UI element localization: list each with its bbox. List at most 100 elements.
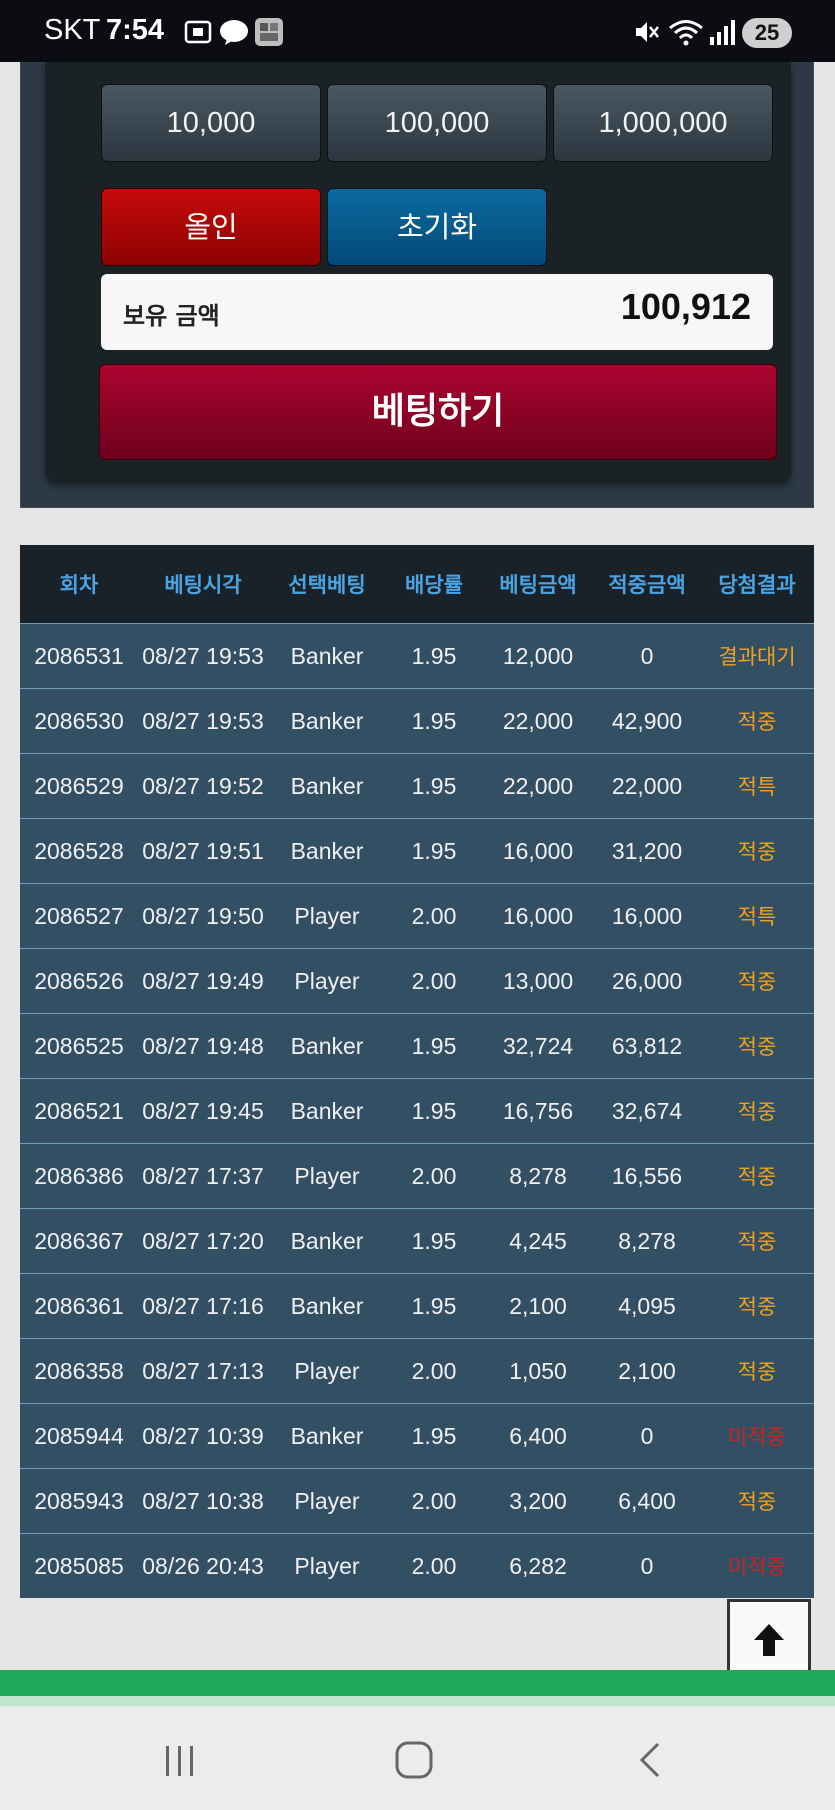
cell-pick: Player: [268, 1468, 386, 1534]
cell-pick: Player: [268, 948, 386, 1014]
cell-pick: Banker: [268, 1078, 386, 1144]
cell-odds: 1.95: [386, 1273, 482, 1339]
cell-odds: 2.00: [386, 1533, 482, 1598]
cell-bet-amount: 8,278: [482, 1143, 594, 1209]
cell-win-amount: 16,556: [594, 1143, 700, 1209]
cell-win-amount: 22,000: [594, 753, 700, 819]
cell-win-amount: 26,000: [594, 948, 700, 1014]
cell-result: 적중: [700, 688, 814, 754]
cell-round: 2086367: [20, 1208, 138, 1274]
table-row: 2085944 08/27 10:39 Banker 1.95 6,400 0 미적중: [20, 1403, 814, 1469]
table-body: 2086531 08/27 19:53 Banker 1.95 12,000 0 결과대기 2…: [20, 623, 814, 1598]
allin-button[interactable]: 올인: [101, 188, 321, 266]
cell-bet-amount: 16,000: [482, 883, 594, 949]
table-row: 2086530 08/27 19:53 Banker 1.95 22,000 42,900…: [20, 688, 814, 754]
cell-odds: 1.95: [386, 1013, 482, 1079]
place-bet-button[interactable]: 베팅하기: [99, 364, 777, 460]
cell-win-amount: 2,100: [594, 1338, 700, 1404]
cell-result: 적특: [700, 883, 814, 949]
kakaotalk-icon: [220, 20, 248, 45]
table-row: 2086386 08/27 17:37 Player 2.00 8,278 16,556 적…: [20, 1143, 814, 1209]
cell-result: 적중: [700, 1338, 814, 1404]
reset-button[interactable]: 초기화: [327, 188, 547, 266]
cell-win-amount: 16,000: [594, 883, 700, 949]
cell-bet-amount: 3,200: [482, 1468, 594, 1534]
cell-bet-amount: 6,400: [482, 1403, 594, 1469]
cell-bet-amount: 12,000: [482, 623, 594, 689]
cell-odds: 1.95: [386, 1208, 482, 1274]
cell-bet-time: 08/27 10:38: [138, 1468, 268, 1534]
table-row: 2086526 08/27 19:49 Player 2.00 13,000 26,000…: [20, 948, 814, 1014]
back-icon[interactable]: [630, 1738, 670, 1782]
cell-round: 2086386: [20, 1143, 138, 1209]
bet-history-table: 회차 베팅시각 선택베팅 배당률 베팅금액 적중금액 당첨결과 2086531 0…: [20, 545, 814, 1598]
cell-bet-amount: 22,000: [482, 688, 594, 754]
cell-bet-amount: 16,756: [482, 1078, 594, 1144]
chip-button-100000[interactable]: 100,000: [327, 84, 547, 162]
cell-win-amount: 32,674: [594, 1078, 700, 1144]
cell-result: 적중: [700, 818, 814, 884]
cell-pick: Player: [268, 883, 386, 949]
cell-round: 2085944: [20, 1403, 138, 1469]
cell-pick: Banker: [268, 1403, 386, 1469]
cell-win-amount: 31,200: [594, 818, 700, 884]
table-row: 2085085 08/26 20:43 Player 2.00 6,282 0 미적중: [20, 1533, 814, 1598]
cell-result: 미적중: [700, 1403, 814, 1469]
cell-bet-amount: 32,724: [482, 1013, 594, 1079]
table-row: 2085943 08/27 10:38 Player 2.00 3,200 6,400 적중: [20, 1468, 814, 1534]
table-row: 2086529 08/27 19:52 Banker 1.95 22,000 22,000…: [20, 753, 814, 819]
cell-bet-amount: 22,000: [482, 753, 594, 819]
app-notification-icon: [255, 18, 283, 46]
battery-indicator: 25: [742, 18, 792, 48]
cell-odds: 1.95: [386, 1403, 482, 1469]
cell-pick: Player: [268, 1143, 386, 1209]
table-row: 2086521 08/27 19:45 Banker 1.95 16,756 32,674…: [20, 1078, 814, 1144]
mute-icon: [636, 22, 659, 42]
cell-result: 미적중: [700, 1533, 814, 1598]
cell-bet-time: 08/27 10:39: [138, 1403, 268, 1469]
header-win-amount: 적중금액: [594, 545, 700, 624]
table-row: 2086358 08/27 17:13 Player 2.00 1,050 2,100 적중: [20, 1338, 814, 1404]
recent-apps-icon[interactable]: [160, 1740, 200, 1780]
header-bet-time: 베팅시각: [138, 545, 268, 624]
cell-odds: 1.95: [386, 1078, 482, 1144]
signal-icon: [710, 20, 735, 45]
cell-pick: Banker: [268, 818, 386, 884]
cell-result: 결과대기: [700, 623, 814, 689]
status-bar: SKT 7:54 25: [0, 0, 835, 62]
cell-win-amount: 8,278: [594, 1208, 700, 1274]
chip-button-10000[interactable]: 10,000: [101, 84, 321, 162]
cell-pick: Player: [268, 1533, 386, 1598]
cell-result: 적중: [700, 948, 814, 1014]
chip-button-1000000[interactable]: 1,000,000: [553, 84, 773, 162]
cell-bet-time: 08/27 17:13: [138, 1338, 268, 1404]
cell-win-amount: 4,095: [594, 1273, 700, 1339]
screenshot-icon: [184, 20, 212, 44]
cell-round: 2086521: [20, 1078, 138, 1144]
header-bet-amount: 베팅금액: [482, 545, 594, 624]
cell-bet-time: 08/27 19:45: [138, 1078, 268, 1144]
table-row: 2086527 08/27 19:50 Player 2.00 16,000 16,000…: [20, 883, 814, 949]
cell-odds: 2.00: [386, 948, 482, 1014]
cell-round: 2086525: [20, 1013, 138, 1079]
cell-bet-time: 08/27 19:52: [138, 753, 268, 819]
cell-bet-amount: 13,000: [482, 948, 594, 1014]
cell-odds: 2.00: [386, 1468, 482, 1534]
cell-round: 2085943: [20, 1468, 138, 1534]
cell-bet-time: 08/27 19:50: [138, 883, 268, 949]
cell-odds: 2.00: [386, 1143, 482, 1209]
cell-round: 2086361: [20, 1273, 138, 1339]
cell-bet-amount: 16,000: [482, 818, 594, 884]
header-round: 회차: [20, 545, 138, 624]
header-odds: 배당률: [386, 545, 482, 624]
cell-bet-time: 08/27 17:16: [138, 1273, 268, 1339]
cell-result: 적중: [700, 1468, 814, 1534]
cell-bet-time: 08/27 19:51: [138, 818, 268, 884]
cell-pick: Banker: [268, 1208, 386, 1274]
clock: 7:54: [106, 14, 165, 46]
footer-bar-accent: [0, 1696, 835, 1706]
cell-bet-amount: 6,282: [482, 1533, 594, 1598]
cell-odds: 2.00: [386, 1338, 482, 1404]
header-result: 당첨결과: [700, 545, 814, 624]
home-icon[interactable]: [392, 1738, 436, 1782]
